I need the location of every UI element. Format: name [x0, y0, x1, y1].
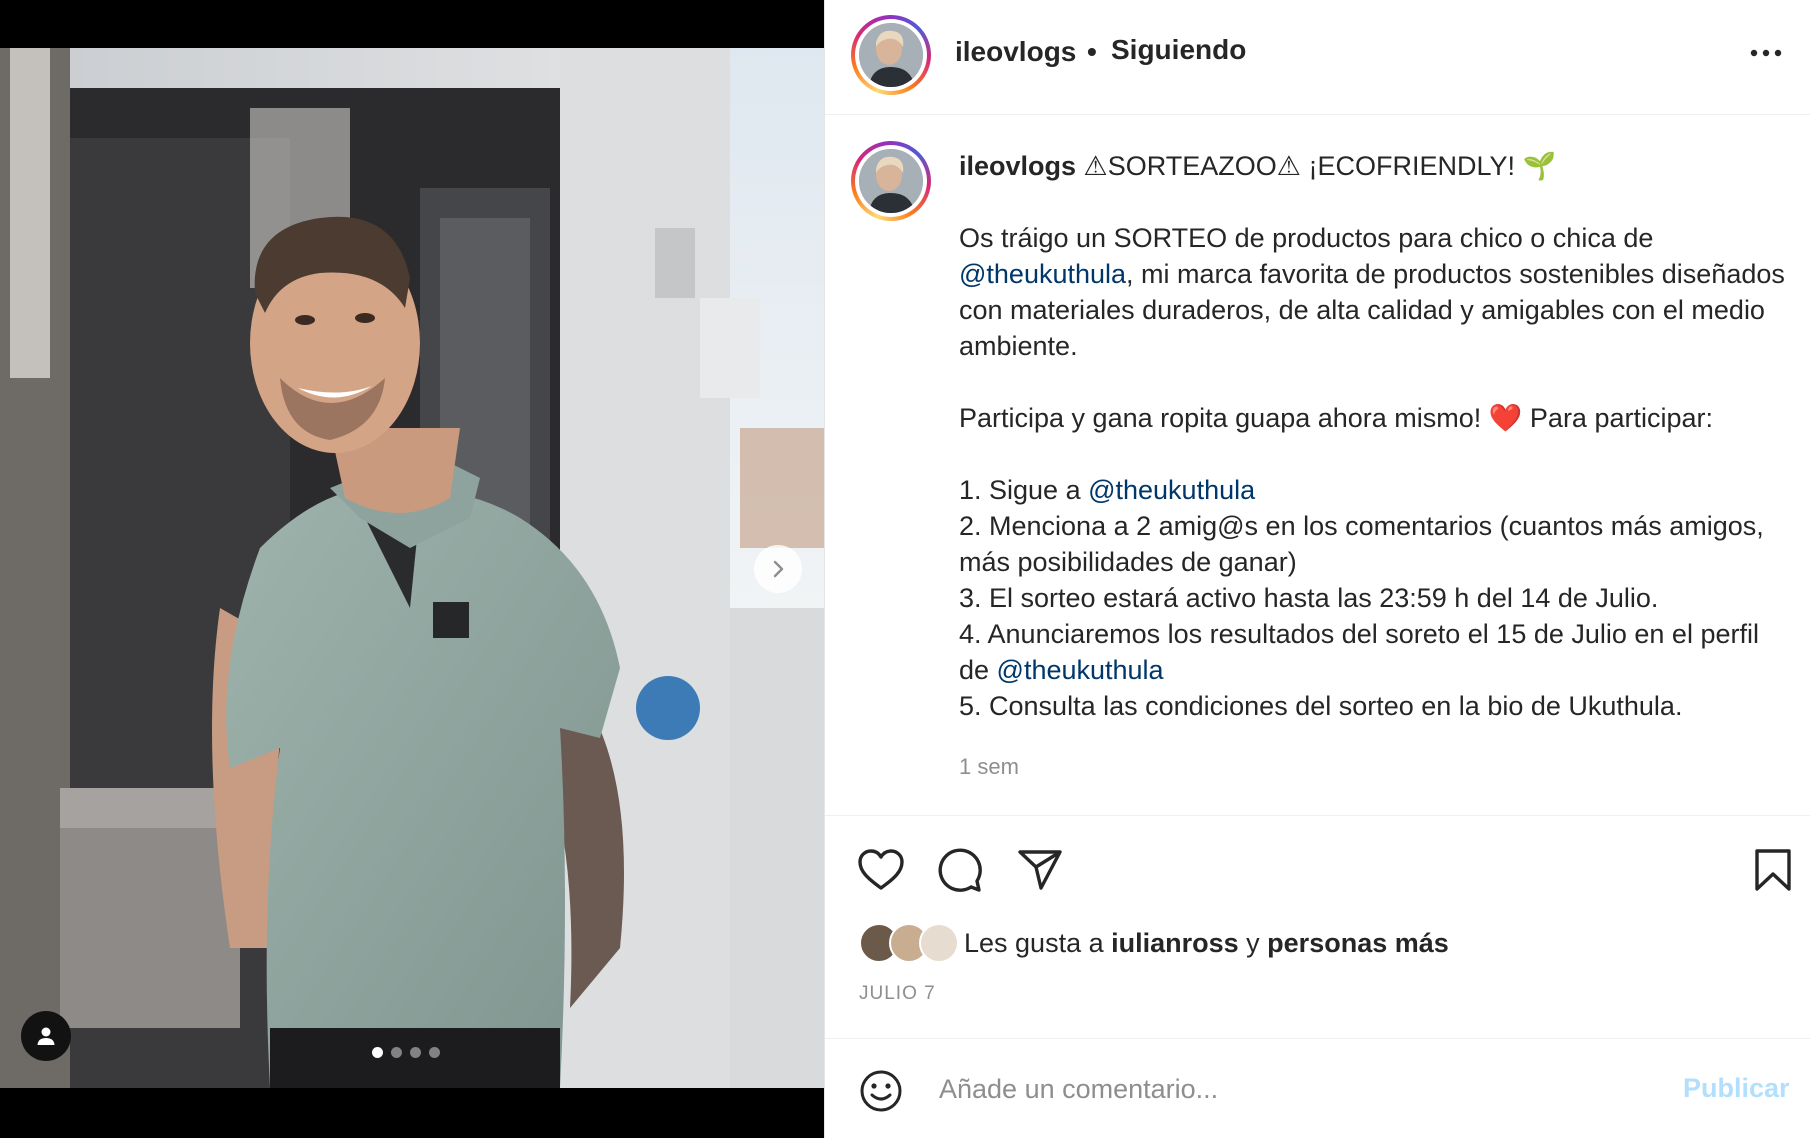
- author-username[interactable]: ileovlogs: [955, 36, 1076, 68]
- avatar: [919, 923, 959, 963]
- paper-plane-icon[interactable]: [1017, 848, 1063, 892]
- liker-avatars: [859, 921, 964, 965]
- likes-summary[interactable]: Les gusta a iulianross y personas más: [859, 921, 1449, 965]
- caption-intro: Os tráigo un SORTEO de productos para ch…: [959, 223, 1654, 253]
- caption-author-avatar[interactable]: [851, 141, 931, 221]
- post-header: ileovlogs • Siguiendo: [825, 0, 1810, 115]
- next-image-button[interactable]: [754, 545, 802, 593]
- mention-link[interactable]: @theukuthula: [997, 655, 1164, 685]
- likes-connector: y: [1238, 927, 1268, 958]
- tagged-users-button[interactable]: [21, 1011, 71, 1061]
- caption-section: ileovlogs ⚠SORTEAZOO⚠ ¡ECOFRIENDLY! 🌱 Os…: [825, 116, 1810, 816]
- step-1-text: 1. Sigue a: [959, 475, 1089, 505]
- following-button[interactable]: Siguiendo: [1111, 34, 1246, 66]
- caption-username[interactable]: ileovlogs: [959, 151, 1076, 181]
- chevron-right-icon: [773, 560, 784, 578]
- post-date[interactable]: JULIO 7: [859, 983, 936, 1005]
- carousel-dot: [372, 1047, 383, 1058]
- bookmark-icon[interactable]: [1753, 848, 1793, 892]
- likes-text: Les gusta a iulianross y personas más: [964, 928, 1449, 959]
- caption-timestamp[interactable]: 1 sem: [959, 754, 1019, 780]
- separator-dot: •: [1087, 36, 1097, 67]
- caption-title: ⚠SORTEAZOO⚠ ¡ECOFRIENDLY! 🌱: [1083, 151, 1557, 181]
- comment-input[interactable]: [939, 1061, 1619, 1117]
- heart-icon[interactable]: [857, 848, 905, 892]
- caption-participate: Participa y gana ropita guapa ahora mism…: [959, 403, 1713, 433]
- carousel-dot: [410, 1047, 421, 1058]
- mention-link[interactable]: @theukuthula: [959, 259, 1126, 289]
- likes-others-link[interactable]: personas más: [1267, 928, 1449, 958]
- carousel-dot: [429, 1047, 440, 1058]
- carousel-indicator: [372, 1047, 440, 1058]
- step-2-text: 2. Menciona a 2 amig@s en los comentario…: [959, 511, 1764, 577]
- carousel-dot: [391, 1047, 402, 1058]
- action-bar: [825, 815, 1810, 905]
- post-photo[interactable]: [0, 48, 824, 1088]
- step-5-text: 5. Consulta las condiciones del sorteo e…: [959, 691, 1683, 721]
- smiley-icon[interactable]: [859, 1069, 903, 1113]
- post-detail-panel: ileovlogs • Siguiendo ileovlogs ⚠SORTEAZ…: [824, 0, 1810, 1138]
- media-pane: [0, 0, 824, 1138]
- author-avatar[interactable]: [851, 15, 931, 95]
- user-tag-icon: [37, 1027, 55, 1045]
- step-3-text: 3. El sorteo estará activo hasta las 23:…: [959, 583, 1659, 613]
- likes-prefix: Les gusta a: [964, 927, 1112, 958]
- caption-text: ileovlogs ⚠SORTEAZOO⚠ ¡ECOFRIENDLY! 🌱 Os…: [959, 148, 1789, 724]
- mention-link[interactable]: @theukuthula: [1088, 475, 1255, 505]
- more-horizontal-icon[interactable]: [1749, 46, 1783, 60]
- publish-button[interactable]: Publicar: [1683, 1073, 1790, 1104]
- comment-icon[interactable]: [937, 848, 983, 894]
- liker-username[interactable]: iulianross: [1111, 928, 1239, 958]
- comment-bar: Publicar: [825, 1038, 1810, 1138]
